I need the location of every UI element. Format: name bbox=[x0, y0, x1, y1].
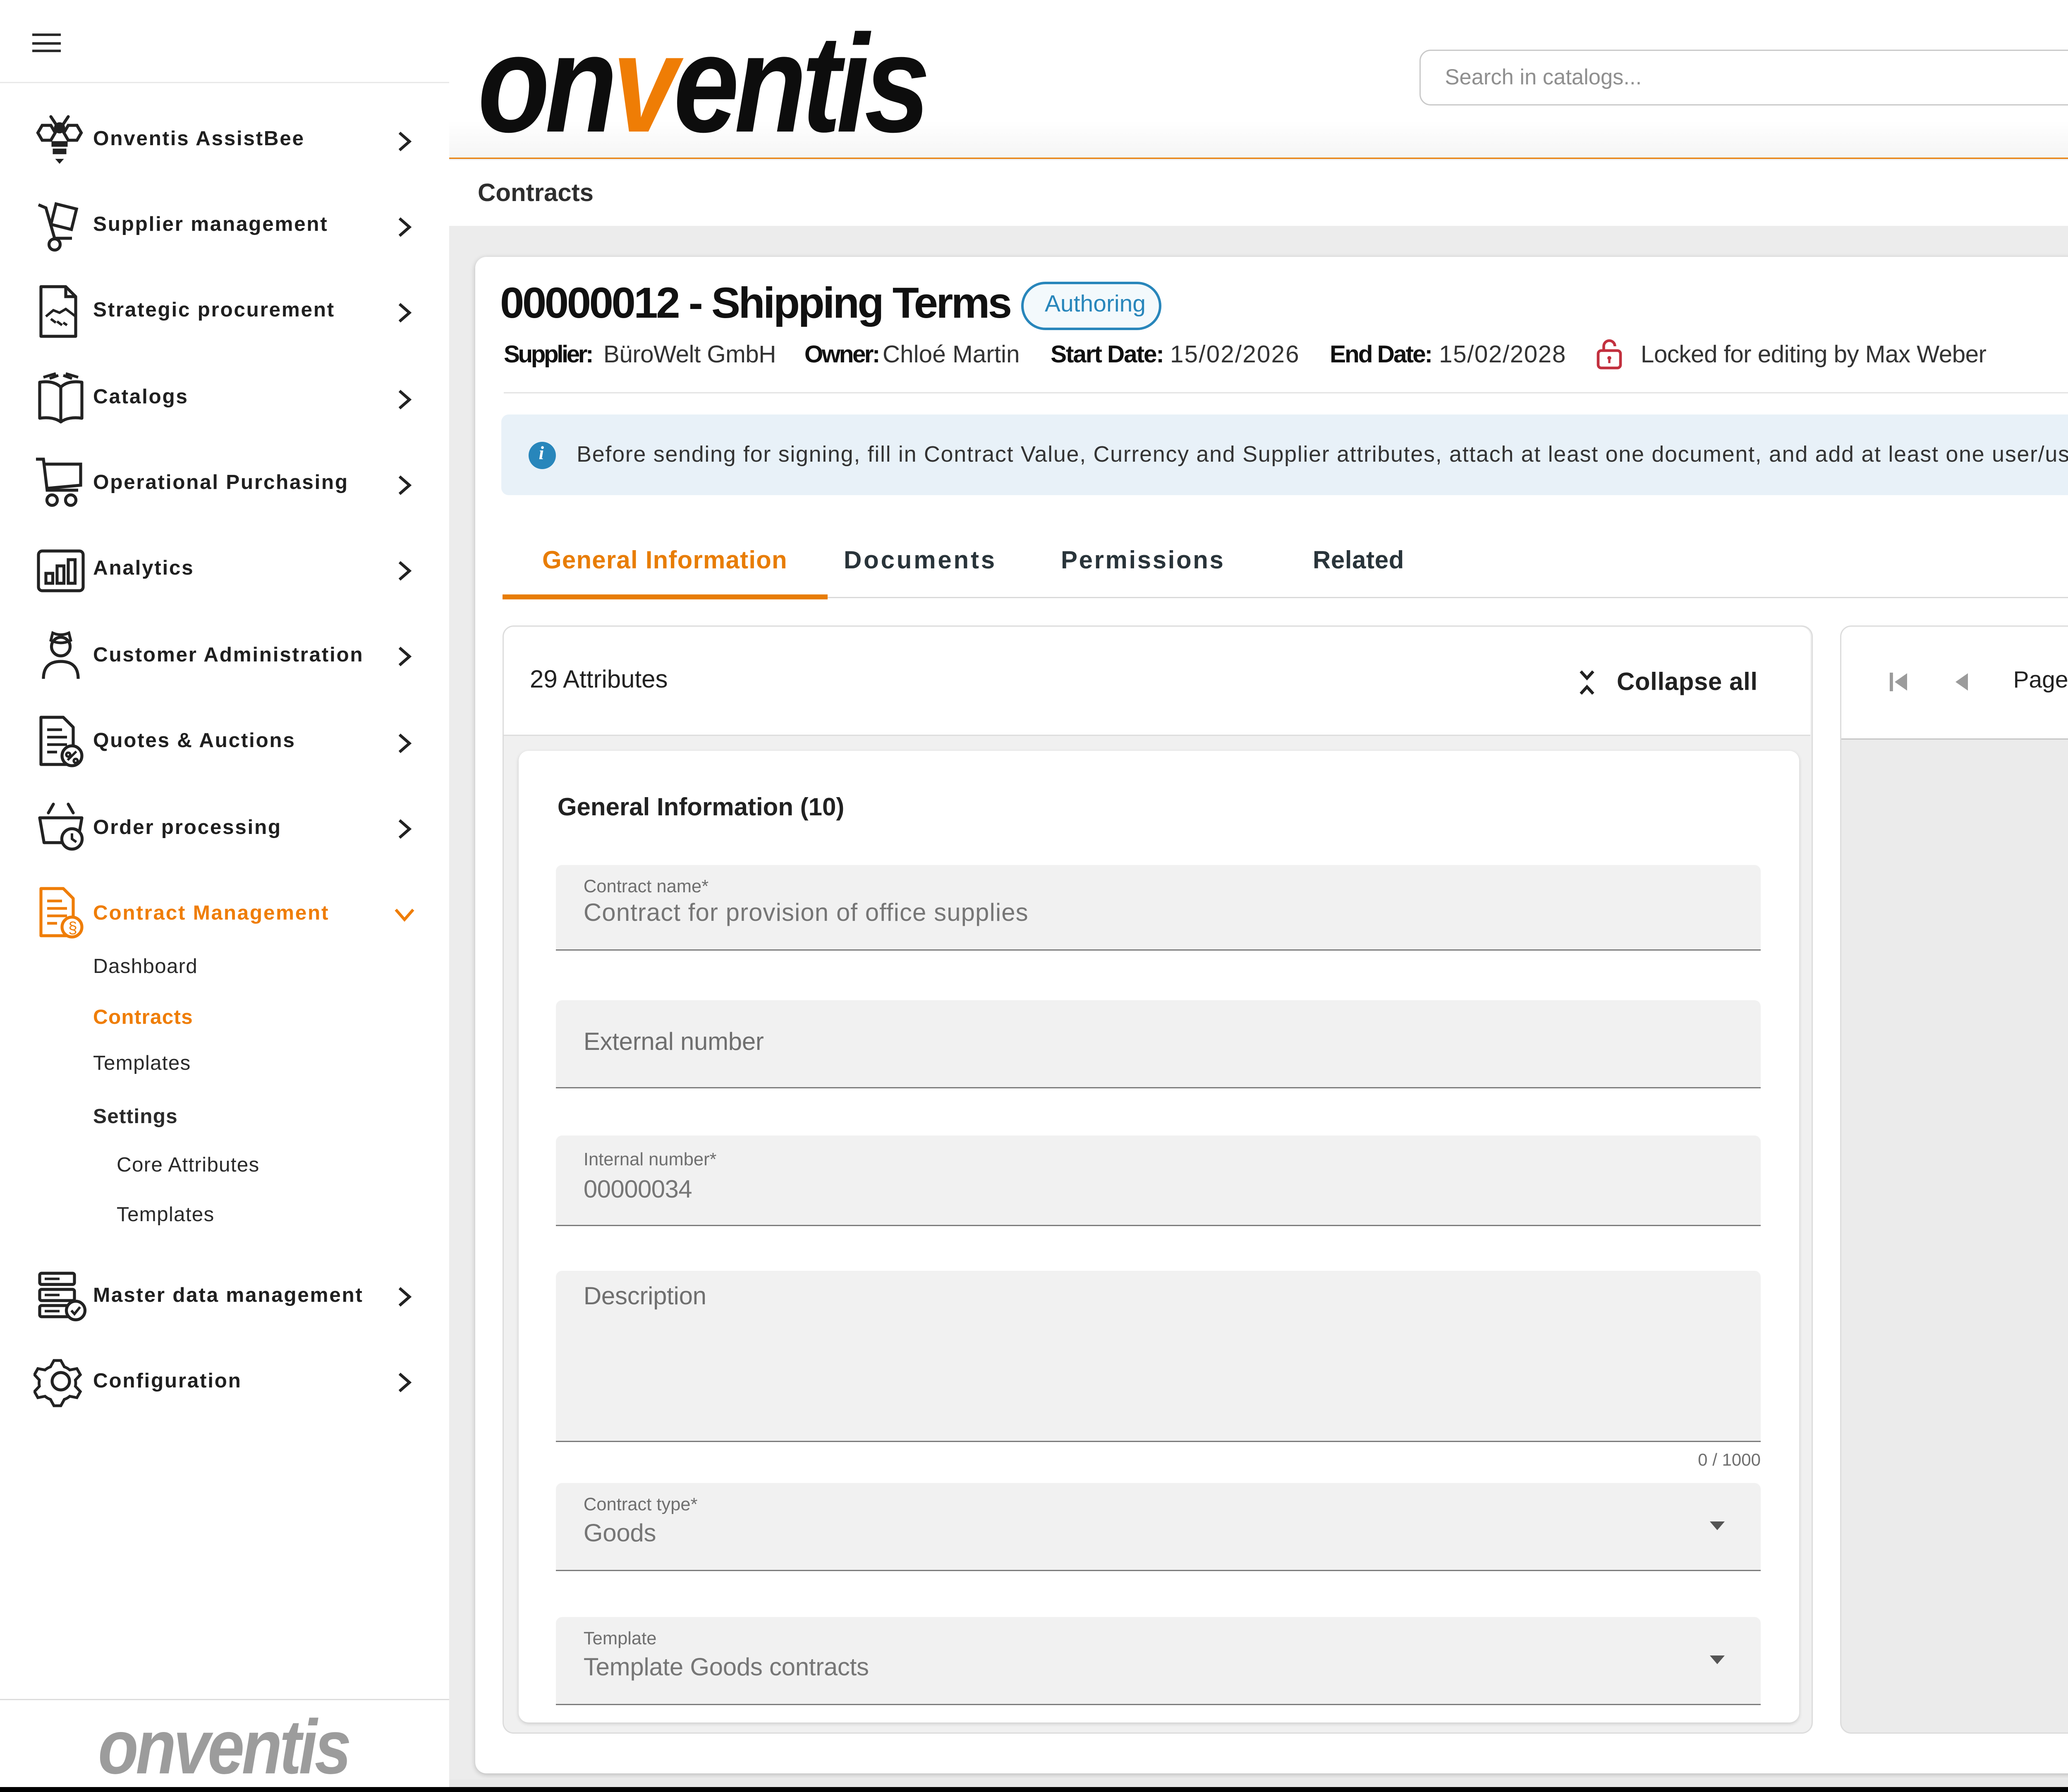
svg-text:§: § bbox=[68, 919, 77, 937]
